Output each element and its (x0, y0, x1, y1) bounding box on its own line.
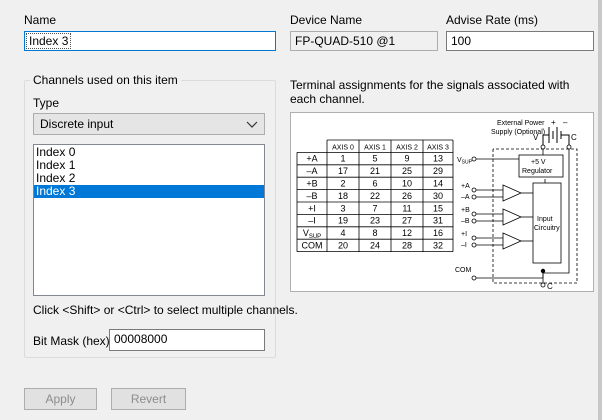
pin-label-plus-a: +A (461, 183, 470, 190)
table-cell: 7 (372, 203, 377, 213)
table-cell: 23 (370, 216, 380, 226)
channels-group-caption: Channels used on this item (30, 73, 181, 87)
table-cell: 3 (340, 203, 345, 213)
type-dropdown[interactable]: Discrete input (33, 113, 265, 135)
table-cell: 12 (402, 228, 412, 238)
bitmask-label: Bit Mask (hex) (33, 334, 110, 348)
table-cell: 4 (340, 228, 345, 238)
supply-label-1: External Power (497, 120, 545, 127)
list-item-index-3[interactable]: Index 3 (34, 185, 264, 198)
name-label: Name (24, 13, 57, 27)
table-header-cell: AXIS 0 (332, 144, 354, 151)
input-circuitry-box (532, 182, 562, 264)
table-cell: 27 (402, 216, 412, 226)
table-cell: 28 (402, 241, 412, 251)
device-name-label: Device Name (290, 13, 363, 27)
table-cell: 8 (372, 228, 377, 238)
table-cell: –B (306, 191, 317, 201)
type-label: Type (33, 96, 60, 110)
table-cell: 18 (338, 191, 348, 201)
table-cell: +B (306, 179, 317, 189)
table-cell: 25 (402, 166, 412, 176)
minus-sign: – (563, 118, 568, 127)
ground-node (540, 268, 546, 274)
v-label: V (533, 133, 539, 142)
window-edge-scrollbar[interactable] (598, 0, 602, 420)
table-cell: 15 (433, 203, 443, 213)
table-cell: 22 (370, 191, 380, 201)
channels-list[interactable]: Index 0 Index 1 Index 2 Index 3 (33, 144, 265, 296)
c-bottom-label: C (547, 282, 553, 291)
apply-button[interactable]: Apply (24, 388, 97, 410)
table-cell: 30 (433, 191, 443, 201)
pin-label-com: COM (455, 267, 472, 274)
pin-label-minus-b: –B (461, 218, 470, 225)
plus-sign: + (551, 118, 556, 127)
table-cell: –I (308, 216, 316, 226)
table-cell: 21 (370, 166, 380, 176)
table-header-cell: AXIS 2 (396, 144, 418, 151)
terminal-diagram-svg: AXIS 0 AXIS 1 AXIS 2 AXIS 3+A 1 5 9 13–A 17 21 25 2… (296, 118, 578, 291)
table-cell: 19 (338, 216, 348, 226)
regulator-text-1: +5 V (531, 159, 546, 166)
advise-rate-label: Advise Rate (ms) (446, 13, 539, 27)
table-cell: 26 (402, 191, 412, 201)
table-cell: 20 (338, 241, 348, 251)
advise-rate-input[interactable]: 100 (446, 31, 594, 51)
vsup-pin-label: VSUP (457, 157, 473, 166)
table-header-cell: AXIS 3 (427, 144, 449, 151)
input-circuitry-text-1: Input (537, 216, 553, 223)
table-cell: 29 (433, 166, 443, 176)
revert-button[interactable]: Revert (111, 388, 186, 410)
table-cell: 9 (404, 154, 409, 164)
pin-label-minus-i: –I (461, 242, 467, 249)
c-label: C (571, 133, 577, 142)
input-circuitry-text-2: Circuitry (534, 225, 560, 232)
table-cell: 32 (433, 241, 443, 251)
selection-hint: Click <Shift> or <Ctrl> to select multip… (33, 303, 298, 317)
table-cell: 24 (370, 241, 380, 251)
table-cell: 16 (433, 228, 443, 238)
battery-icon (542, 127, 570, 145)
table-cell: 14 (433, 179, 443, 189)
table-cell: 6 (372, 179, 377, 189)
bitmask-input[interactable]: 00008000 (109, 329, 265, 351)
pin-label-minus-a: –A (461, 194, 470, 201)
table-cell: 1 (340, 154, 345, 164)
table-cell: 5 (372, 154, 377, 164)
chevron-down-icon (246, 121, 258, 128)
receiver-triangles (502, 184, 522, 250)
table-cell: 31 (433, 216, 443, 226)
table-header-cell: AXIS 1 (364, 144, 386, 151)
terminal-info-text: Terminal assignments for the signals ass… (290, 78, 570, 106)
name-input[interactable]: Index 3 (24, 31, 276, 51)
table-cell: +I (308, 203, 316, 213)
pin-label-plus-b: +B (461, 207, 470, 214)
device-name-field: FP-QUAD-510 @1 (290, 31, 438, 51)
terminal-table: AXIS 0 AXIS 1 AXIS 2 AXIS 3+A 1 5 9 13–A 17 21 25 2… (296, 139, 454, 253)
table-cell: COM (302, 241, 323, 251)
type-dropdown-value: Discrete input (40, 117, 114, 131)
table-cell: 11 (402, 203, 411, 213)
table-cell: 2 (340, 179, 345, 189)
terminal-diagram: AXIS 0 AXIS 1 AXIS 2 AXIS 3 +A 1 5 9 13 –A 17 21 25 2… (290, 112, 594, 292)
table-cell: +A (306, 154, 317, 164)
table-cell: –A (306, 166, 317, 176)
table-cell: 17 (338, 166, 348, 176)
table-cell: 10 (402, 179, 412, 189)
circuit-schematic: External Power Supply (Optional) + – V C (455, 118, 578, 291)
pin-label-plus-i: +I (461, 231, 467, 238)
table-cell: VSUP (303, 228, 321, 240)
name-input-value: Index 3 (26, 33, 72, 49)
regulator-text-2: Regulator (522, 168, 553, 175)
table-cell: 13 (433, 154, 443, 164)
